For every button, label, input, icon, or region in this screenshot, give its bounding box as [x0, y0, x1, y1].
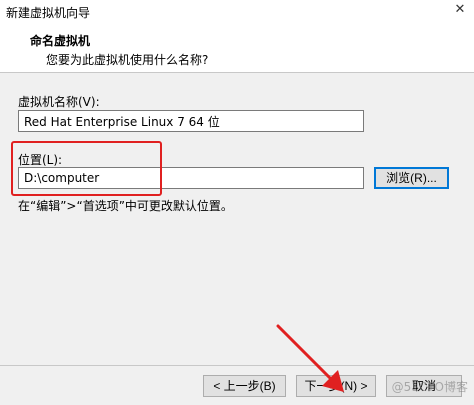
window-titlebar: 新建虚拟机向导 ✕	[0, 0, 474, 23]
wizard-header: 命名虚拟机 您要为此虚拟机使用什么名称?	[0, 22, 474, 73]
annotation-arrow-icon	[276, 324, 344, 392]
browse-button[interactable]: 浏览(R)...	[374, 167, 449, 189]
watermark: @51CTO博客	[391, 380, 468, 394]
window-title: 新建虚拟机向导	[6, 6, 91, 20]
location-hint: 在“编辑”>“首选项”中可更改默认位置。	[18, 199, 233, 213]
annotation-highlight-box	[11, 141, 162, 196]
footer-divider	[0, 365, 474, 366]
vm-name-input[interactable]	[18, 110, 364, 132]
page-subtitle: 您要为此虚拟机使用什么名称?	[46, 53, 209, 67]
vm-name-label: 虚拟机名称(V):	[18, 95, 100, 109]
page-title: 命名虚拟机	[30, 34, 91, 48]
close-icon[interactable]: ✕	[452, 2, 468, 18]
